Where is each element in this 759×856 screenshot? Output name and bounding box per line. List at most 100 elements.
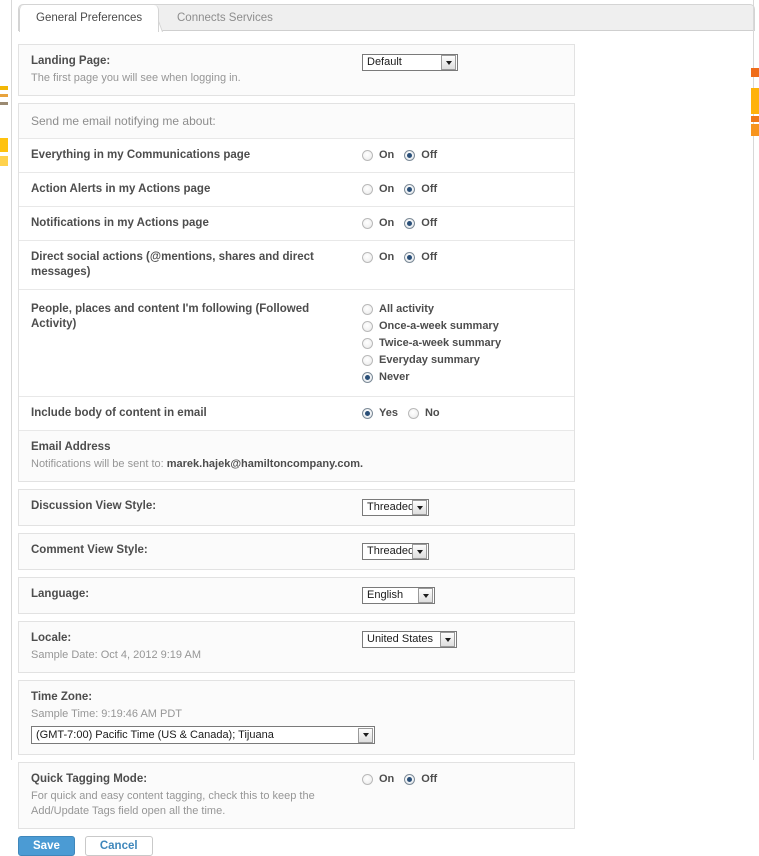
include-body-row: Include body of content in email Yes No <box>19 396 574 430</box>
notify-row-communications-radiogroup: On Off <box>362 148 447 161</box>
notify-row-direct-social-radiogroup: On Off <box>362 250 447 263</box>
notify-row-communications-label: Everything in my Communications page <box>31 149 251 161</box>
followed-activity-row: People, places and content I'm following… <box>19 289 574 396</box>
notify-notifications-off-radio[interactable] <box>404 217 416 229</box>
quick-tagging-off-label: Off <box>421 773 438 785</box>
followed-activity-never-radio[interactable] <box>362 371 373 383</box>
followed-activity-option-once-week[interactable]: Once-a-week summary <box>362 319 511 333</box>
scroll-marker[interactable] <box>0 86 8 90</box>
scroll-marker[interactable] <box>751 88 759 114</box>
quick-tagging-on-label: On <box>379 773 395 785</box>
followed-activity-twice-week-label: Twice-a-week summary <box>379 337 502 349</box>
discussion-view-style-row: Discussion View Style: Threaded <box>19 490 574 525</box>
landing-page-description: The first page you will see when logging… <box>31 72 241 84</box>
followed-activity-once-week-radio[interactable] <box>362 320 373 332</box>
landing-page-select-value: Default <box>367 56 402 68</box>
quick-tagging-row: Quick Tagging Mode: For quick and easy c… <box>19 763 574 828</box>
email-notifications-header: Send me email notifying me about: <box>19 104 574 138</box>
scroll-marker[interactable] <box>0 102 8 105</box>
followed-activity-once-week-label: Once-a-week summary <box>379 320 499 332</box>
notify-direct-social-on-radio[interactable] <box>362 251 373 263</box>
landing-page-row: Landing Page: The first page you will se… <box>19 45 574 95</box>
include-body-label: Include body of content in email <box>31 407 207 419</box>
landing-page-label: Landing Page: <box>31 55 111 67</box>
chevron-down-icon <box>412 500 427 515</box>
followed-activity-radiogroup: All activity Once-a-week summary Twice-a… <box>362 302 511 384</box>
quick-tagging-block: Quick Tagging Mode: For quick and easy c… <box>18 762 575 829</box>
followed-activity-everyday-radio[interactable] <box>362 354 373 366</box>
followed-activity-everyday-label: Everyday summary <box>379 354 480 366</box>
followed-activity-never-label: Never <box>379 371 410 383</box>
preferences-page: Landing Page: The first page you will se… <box>0 31 753 856</box>
quick-tagging-label: Quick Tagging Mode: <box>31 773 148 785</box>
right-scroll-rail[interactable] <box>753 0 754 760</box>
email-address-note-prefix: Notifications will be sent to: <box>31 458 167 470</box>
notify-row-action-alerts: Action Alerts in my Actions page On Off <box>19 172 574 206</box>
comment-view-style-block: Comment View Style: Threaded <box>18 533 575 570</box>
email-address-value: marek.hajek@hamiltoncompany.com. <box>166 458 364 470</box>
locale-sample-date: Sample Date: Oct 4, 2012 9:19 AM <box>31 649 201 661</box>
include-body-yes-radio[interactable] <box>362 407 373 419</box>
discussion-view-style-block: Discussion View Style: Threaded <box>18 489 575 526</box>
include-body-yes-label: Yes <box>379 407 398 419</box>
save-button[interactable]: Save <box>18 836 75 856</box>
notify-row-action-alerts-label: Action Alerts in my Actions page <box>31 183 211 195</box>
followed-activity-option-twice-week[interactable]: Twice-a-week summary <box>362 336 511 350</box>
notify-communications-off-radio[interactable] <box>404 149 416 161</box>
time-zone-sample-time: Sample Time: 9:19:46 AM PDT <box>31 708 183 720</box>
language-row: Language: English <box>19 578 574 613</box>
notify-notifications-on-radio[interactable] <box>362 217 373 229</box>
locale-select[interactable]: United States <box>362 631 457 648</box>
scroll-marker[interactable] <box>0 156 8 166</box>
quick-tagging-off-radio[interactable] <box>404 773 416 785</box>
time-zone-select[interactable]: (GMT-7:00) Pacific Time (US & Canada); T… <box>31 726 375 744</box>
time-zone-select-value: (GMT-7:00) Pacific Time (US & Canada); T… <box>36 728 274 741</box>
comment-view-style-select-value: Threaded <box>367 545 412 557</box>
email-notifications-block: Send me email notifying me about: Everyt… <box>18 103 575 482</box>
notify-action-alerts-off-radio[interactable] <box>404 183 416 195</box>
scroll-marker[interactable] <box>751 116 759 122</box>
quick-tagging-on-radio[interactable] <box>362 773 373 785</box>
comment-view-style-select[interactable]: Threaded <box>362 543 429 560</box>
tab-general-preferences[interactable]: General Preferences <box>19 5 160 33</box>
notify-communications-on-radio[interactable] <box>362 149 373 161</box>
followed-activity-option-all[interactable]: All activity <box>362 302 511 316</box>
chevron-down-icon <box>358 727 373 743</box>
notify-notifications-off-label: Off <box>421 217 438 229</box>
tab-connects-services[interactable]: Connects Services <box>161 5 289 32</box>
landing-page-select[interactable]: Default <box>362 54 458 71</box>
notify-row-direct-social-label: Direct social actions (@mentions, shares… <box>31 251 314 278</box>
notify-direct-social-off-radio[interactable] <box>404 251 416 263</box>
discussion-view-style-select-value: Threaded <box>367 501 412 513</box>
include-body-no-radio[interactable] <box>407 407 419 419</box>
notify-direct-social-on-label: On <box>379 251 395 263</box>
email-address-label: Email Address <box>31 441 111 453</box>
followed-activity-option-everyday[interactable]: Everyday summary <box>362 353 511 367</box>
notify-communications-on-label: On <box>379 149 395 161</box>
landing-page-block: Landing Page: The first page you will se… <box>18 44 575 96</box>
scroll-marker[interactable] <box>751 68 759 77</box>
notify-row-notifications-radiogroup: On Off <box>362 216 447 229</box>
time-zone-row: Time Zone: Sample Time: 9:19:46 AM PDT (… <box>19 681 574 754</box>
notify-row-notifications: Notifications in my Actions page On Off <box>19 206 574 240</box>
notify-action-alerts-on-radio[interactable] <box>362 183 373 195</box>
locale-block: Locale: Sample Date: Oct 4, 2012 9:19 AM… <box>18 621 575 673</box>
followed-activity-all-radio[interactable] <box>362 303 373 315</box>
language-select[interactable]: English <box>362 587 435 604</box>
notify-communications-off-label: Off <box>421 149 438 161</box>
chevron-down-icon <box>412 544 427 559</box>
locale-label: Locale: <box>31 632 72 644</box>
time-zone-label: Time Zone: <box>31 691 93 703</box>
followed-activity-option-never[interactable]: Never <box>362 370 511 384</box>
scroll-marker[interactable] <box>0 138 8 152</box>
comment-view-style-label: Comment View Style: <box>31 544 148 556</box>
notify-direct-social-off-label: Off <box>421 251 438 263</box>
locale-row: Locale: Sample Date: Oct 4, 2012 9:19 AM… <box>19 622 574 672</box>
scroll-marker[interactable] <box>751 124 759 136</box>
followed-activity-twice-week-radio[interactable] <box>362 337 373 349</box>
cancel-button[interactable]: Cancel <box>84 836 153 856</box>
discussion-view-style-select[interactable]: Threaded <box>362 499 429 516</box>
followed-activity-all-label: All activity <box>379 303 435 315</box>
scroll-marker[interactable] <box>0 94 8 97</box>
notify-row-notifications-label: Notifications in my Actions page <box>31 217 209 229</box>
